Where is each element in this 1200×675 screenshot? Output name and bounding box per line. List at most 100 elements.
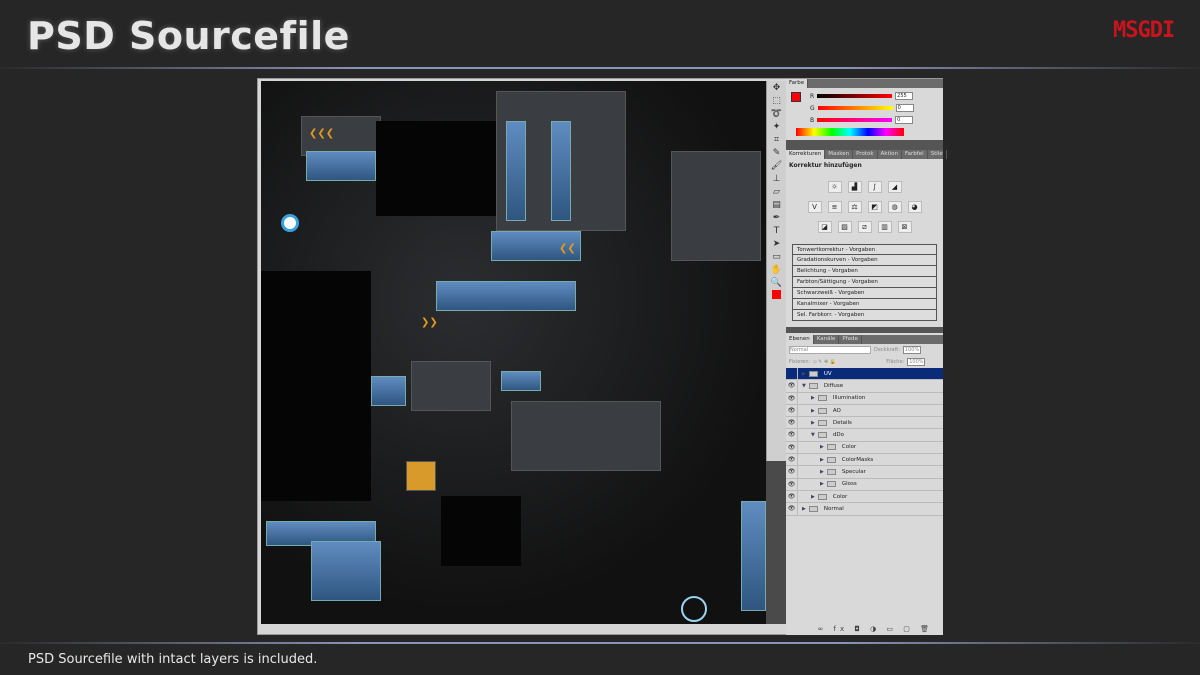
layer-row[interactable]: 👁 ▶ Specular [786, 466, 943, 479]
fill-input[interactable]: 100% [907, 358, 926, 366]
preset-item[interactable]: Schwarzweiß - Vorgaben [792, 288, 937, 299]
layer-actions-bar[interactable]: ∞ fx ◘ ◑ ▭ ▢ 🗑 [817, 625, 933, 633]
layer-row[interactable]: 👁 ▶ Illumination [786, 392, 943, 405]
tab-ebenen[interactable]: Ebenen [786, 335, 814, 344]
eye-icon[interactable]: 👁 [786, 466, 798, 478]
triangle-right-icon[interactable]: ▶ [820, 444, 824, 450]
slide-title: PSD Sourcefile [27, 14, 350, 58]
channel-mixer-icon[interactable]: ◕ [907, 201, 922, 213]
eye-icon[interactable]: 👁 [786, 503, 798, 515]
vibrance-icon[interactable]: V [807, 201, 822, 213]
triangle-right-icon[interactable]: ▶ [820, 481, 824, 487]
layer-row[interactable]: 👁 ▶ Details [786, 417, 943, 430]
marquee-tool-icon[interactable]: ⬚ [770, 95, 783, 107]
preset-item[interactable]: Sel. Farbkorr. - Vorgaben [792, 310, 937, 321]
black-white-icon[interactable]: ◩ [867, 201, 882, 213]
levels-icon[interactable]: ▟ [847, 181, 862, 193]
preset-item[interactable]: Tonwertkorrektur - Vorgaben [792, 244, 937, 255]
preset-item[interactable]: Farbton/Sättigung - Vorgaben [792, 277, 937, 288]
curves-icon[interactable]: ∫ [867, 181, 882, 193]
layer-row[interactable]: 👁 ▶ ColorMasks [786, 454, 943, 467]
preset-item[interactable]: Gradationskurven - Vorgaben [792, 255, 937, 266]
eye-icon[interactable]: 👁 [786, 490, 798, 503]
eye-icon[interactable]: 👁 [786, 454, 798, 466]
tab-pfade[interactable]: Pfade [839, 335, 862, 344]
layer-row[interactable]: 👁 ▶ Gloss [786, 478, 943, 491]
g-value-input[interactable]: 0 [895, 104, 914, 112]
triangle-right-icon[interactable]: ▶ [820, 457, 824, 463]
preset-item[interactable]: Kanalmixer - Vorgaben [792, 299, 937, 310]
triangle-right-icon[interactable]: ▶ [811, 494, 815, 500]
text-tool-icon[interactable]: T [770, 225, 783, 237]
triangle-right-icon[interactable]: ▶ [802, 506, 806, 512]
move-tool-icon[interactable]: ✥ [770, 82, 783, 94]
eye-icon[interactable]: 👁 [786, 478, 798, 490]
triangle-right-icon[interactable]: ▶ [811, 420, 815, 426]
tab-color[interactable]: Farbe [786, 79, 809, 88]
eye-icon[interactable]: 👁 [786, 429, 798, 441]
b-value-input[interactable]: 0 [895, 116, 914, 124]
zoom-tool-icon[interactable]: 🔍 [770, 277, 783, 289]
brightness-icon[interactable]: ☼ [827, 181, 842, 193]
tab-aktionen[interactable]: Aktion [878, 150, 902, 159]
layer-row[interactable]: 👁 ▼ Diffuse [786, 380, 943, 393]
path-select-tool-icon[interactable]: ➤ [770, 238, 783, 250]
invert-icon[interactable]: ◪ [817, 221, 832, 233]
layer-row[interactable]: 👁 ▶ Color [786, 441, 943, 455]
lasso-tool-icon[interactable]: ➰ [770, 108, 783, 120]
triangle-right-icon[interactable]: ▶ [802, 371, 806, 377]
tab-kanaele[interactable]: Kanäle [814, 335, 840, 344]
crop-tool-icon[interactable]: ⌗ [770, 134, 783, 146]
eye-icon[interactable]: 👁 [786, 404, 798, 417]
posterize-icon[interactable]: ▨ [837, 221, 852, 233]
tab-protokoll[interactable]: Protok [853, 150, 878, 159]
exposure-icon[interactable]: ◢ [887, 181, 902, 193]
lock-icons[interactable]: ▫ ✎ ✥ 🔒 [813, 359, 883, 365]
g-slider[interactable] [817, 106, 893, 110]
layer-row[interactable]: 👁 ▶ AO [786, 404, 943, 418]
foreground-color-swatch[interactable] [770, 290, 783, 302]
triangle-right-icon[interactable]: ▶ [820, 469, 824, 475]
triangle-down-icon[interactable]: ▼ [811, 432, 815, 438]
preset-item[interactable]: Belichtung - Vorgaben [792, 266, 937, 277]
brush-tool-icon[interactable]: 🖌 [770, 160, 783, 172]
stamp-tool-icon[interactable]: ⊥ [770, 173, 783, 185]
triangle-right-icon[interactable]: ▶ [811, 408, 815, 414]
r-value-input[interactable]: 255 [895, 92, 914, 100]
tab-masken[interactable]: Masken [825, 150, 854, 159]
layer-row[interactable]: 👁 ▶ Normal [786, 503, 943, 516]
layer-name: Details [832, 419, 852, 426]
eye-icon[interactable]: 👁 [786, 417, 798, 429]
hue-sat-icon[interactable]: ≡ [827, 201, 842, 213]
eye-icon[interactable]: 👁 [786, 392, 798, 404]
eyedropper-tool-icon[interactable]: ✎ [770, 147, 783, 159]
layer-row[interactable]: 👁 ▶ Color [786, 490, 943, 504]
color-spectrum[interactable] [796, 128, 904, 136]
eraser-tool-icon[interactable]: ▱ [770, 186, 783, 198]
opacity-input[interactable]: 100% [902, 346, 921, 354]
triangle-right-icon[interactable]: ▶ [811, 395, 815, 401]
layer-row[interactable]: 👁 ▼ dDo [786, 429, 943, 442]
photo-filter-icon[interactable]: ◍ [887, 201, 902, 213]
selective-color-icon[interactable]: ⊠ [897, 221, 912, 233]
pen-tool-icon[interactable]: ✒ [770, 212, 783, 224]
tab-korrekturen[interactable]: Korrekturen [786, 150, 826, 159]
tab-farbfelder[interactable]: Farbfel [902, 150, 928, 159]
foreground-swatch[interactable] [791, 92, 801, 102]
layer-row[interactable]: ▶ UV [786, 368, 943, 381]
blend-mode-select[interactable]: Normal [789, 346, 871, 354]
eye-icon[interactable]: 👁 [786, 380, 798, 392]
threshold-icon[interactable]: ⧄ [857, 221, 872, 233]
gradient-map-icon[interactable]: ▥ [877, 221, 892, 233]
r-slider[interactable] [817, 94, 893, 98]
b-slider[interactable] [817, 118, 893, 122]
eye-icon[interactable]: 👁 [786, 441, 798, 454]
shape-tool-icon[interactable]: ▭ [770, 251, 783, 263]
tab-stile[interactable]: Stile [928, 150, 947, 159]
gradient-tool-icon[interactable]: ▤ [770, 199, 783, 211]
color-balance-icon[interactable]: ⚖ [847, 201, 862, 213]
hand-tool-icon[interactable]: ✋ [770, 264, 783, 276]
triangle-down-icon[interactable]: ▼ [802, 383, 806, 389]
wand-tool-icon[interactable]: ✦ [770, 121, 783, 133]
eye-icon[interactable] [786, 368, 798, 380]
